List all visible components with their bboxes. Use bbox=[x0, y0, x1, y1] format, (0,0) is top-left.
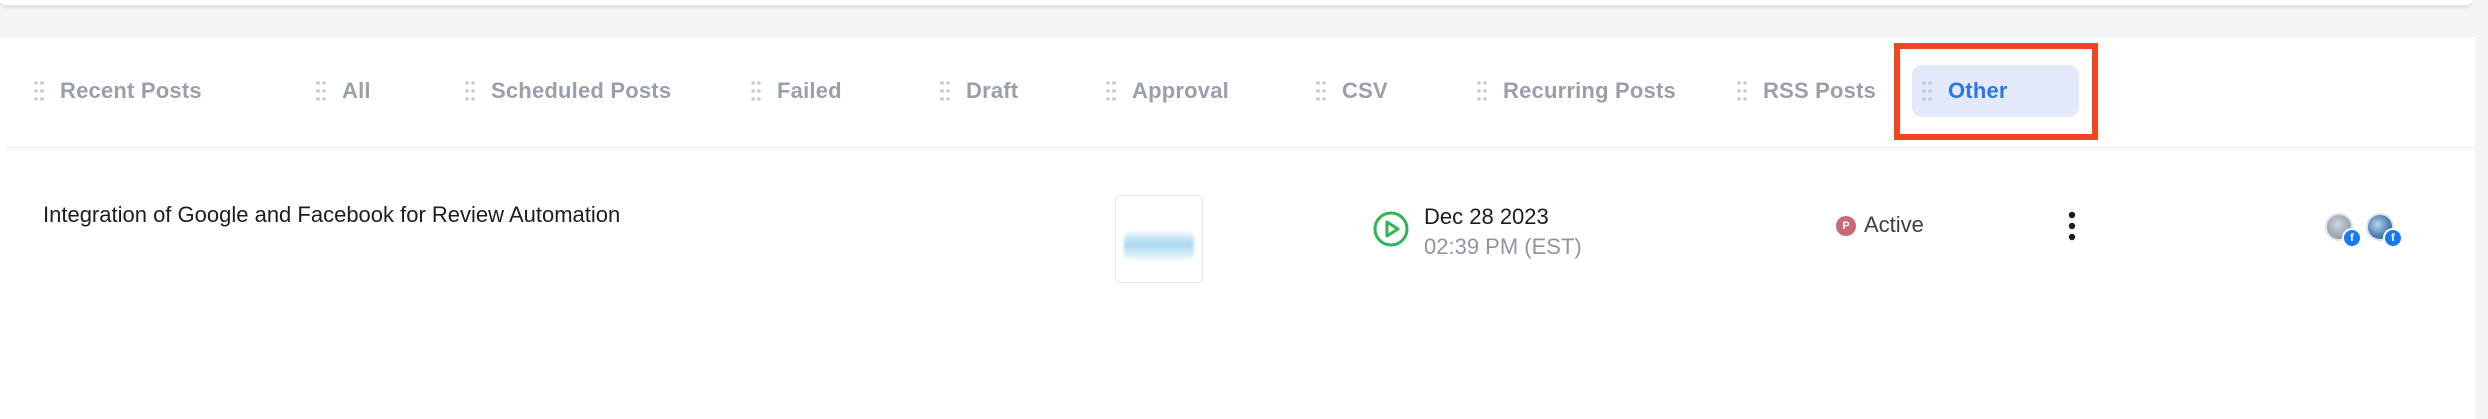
tab-recent-posts[interactable]: Recent Posts bbox=[24, 65, 224, 117]
tab-label: Recurring Posts bbox=[1503, 78, 1676, 103]
tab-csv[interactable]: CSV bbox=[1306, 65, 1410, 117]
tab-rss-posts[interactable]: RSS Posts bbox=[1727, 65, 1898, 117]
tab-scheduled-posts[interactable]: Scheduled Posts bbox=[455, 65, 693, 117]
tab-label: RSS Posts bbox=[1763, 78, 1877, 103]
tab-all[interactable]: All bbox=[306, 65, 393, 117]
post-time: 02:39 PM (EST) bbox=[1424, 234, 1582, 259]
drag-handle-icon[interactable] bbox=[1477, 80, 1487, 102]
post-date: Dec 28 2023 bbox=[1424, 204, 1549, 229]
tab-approval[interactable]: Approval bbox=[1096, 65, 1251, 117]
status-indicator-icon: P bbox=[1836, 216, 1856, 236]
post-image-thumbnail[interactable] bbox=[1115, 195, 1203, 283]
tab-recurring-posts[interactable]: Recurring Posts bbox=[1467, 65, 1698, 117]
tab-label: All bbox=[342, 78, 371, 103]
drag-handle-icon[interactable] bbox=[1316, 80, 1326, 102]
tab-draft[interactable]: Draft bbox=[930, 65, 1040, 117]
post-row[interactable]: Integration of Google and Facebook for R… bbox=[6, 148, 2475, 298]
posts-panel: Recent Posts All Scheduled Posts Failed … bbox=[0, 36, 2475, 419]
drag-handle-icon[interactable] bbox=[316, 80, 326, 102]
tab-label: CSV bbox=[1342, 78, 1388, 103]
more-vertical-icon[interactable] bbox=[2060, 208, 2084, 244]
facebook-icon: f bbox=[2342, 228, 2362, 248]
drag-handle-icon[interactable] bbox=[34, 80, 44, 102]
drag-handle-icon[interactable] bbox=[1737, 80, 1747, 102]
drag-handle-icon[interactable] bbox=[1106, 80, 1116, 102]
published-play-icon bbox=[1372, 210, 1410, 248]
tab-label: Approval bbox=[1132, 78, 1229, 103]
thumbnail-image bbox=[1124, 232, 1194, 260]
status-label: Active bbox=[1864, 212, 1924, 237]
tab-label: Recent Posts bbox=[60, 78, 202, 103]
top-card-edge bbox=[0, 0, 2472, 6]
tab-label: Draft bbox=[966, 78, 1019, 103]
tab-label: Scheduled Posts bbox=[491, 78, 672, 103]
tab-failed[interactable]: Failed bbox=[741, 65, 864, 117]
drag-handle-icon[interactable] bbox=[465, 80, 475, 102]
tab-label: Failed bbox=[777, 78, 842, 103]
drag-handle-icon[interactable] bbox=[751, 80, 761, 102]
post-filter-tabs: Recent Posts All Scheduled Posts Failed … bbox=[6, 37, 2475, 148]
facebook-icon: f bbox=[2383, 228, 2403, 248]
post-title[interactable]: Integration of Google and Facebook for R… bbox=[43, 202, 620, 228]
highlight-annotation bbox=[1894, 43, 2098, 140]
drag-handle-icon[interactable] bbox=[940, 80, 950, 102]
